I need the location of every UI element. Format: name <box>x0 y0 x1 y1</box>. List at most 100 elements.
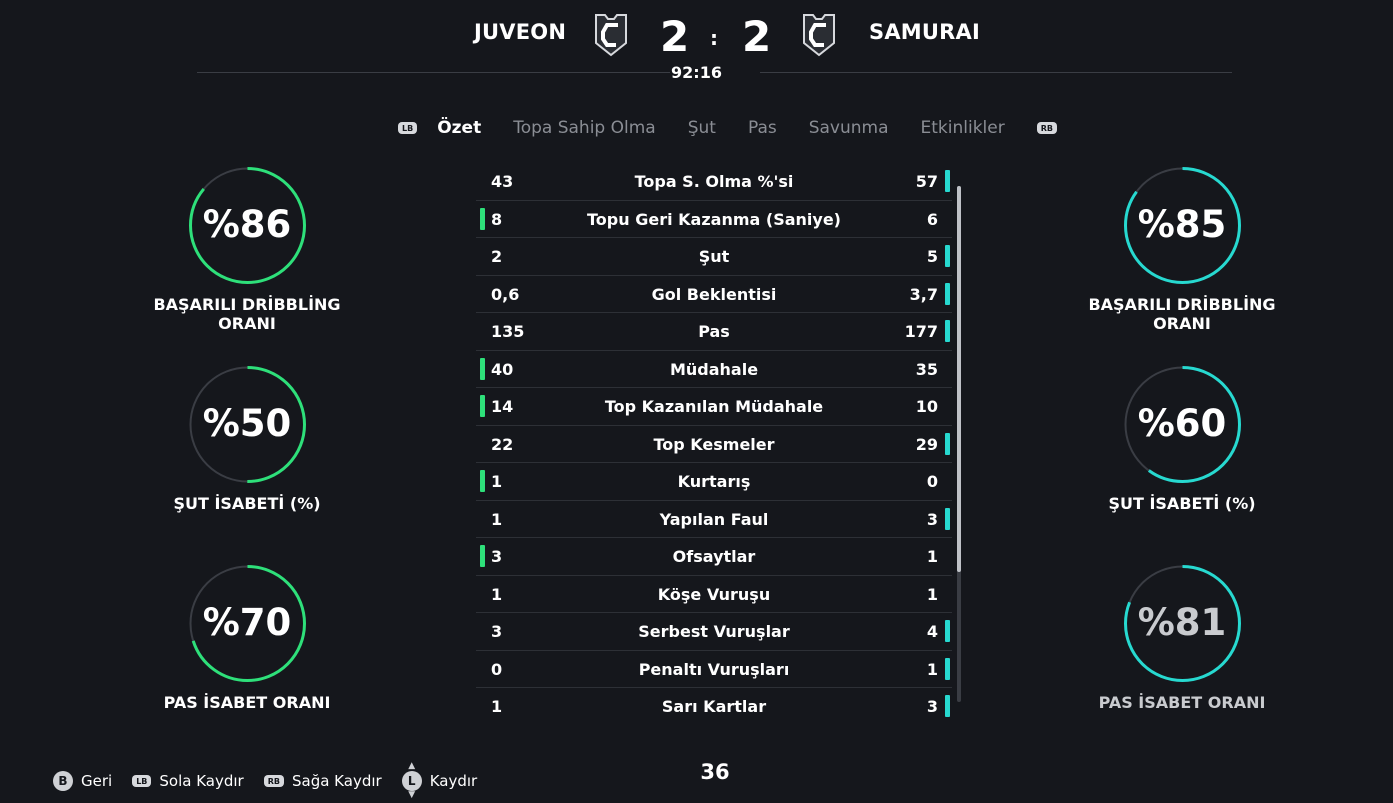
stat-value: %60 <box>1137 402 1227 445</box>
stick-key: L <box>401 771 422 791</box>
stat-row: Kurtarış 1 0 <box>476 463 952 501</box>
away-stat-value: 1 <box>926 584 938 604</box>
home-stat-value: 3 <box>491 547 503 566</box>
away-stat-value: 3 <box>926 697 938 716</box>
stat-value: %50 <box>202 402 292 445</box>
stat-label: BAŞARILI DRİBBLİNG ORANI <box>153 295 341 333</box>
away-stat-value: 5 <box>926 247 938 266</box>
stats-tab-bar: LB Özet Topa Sahip Olma Şut Pas Savunma … <box>398 116 1077 140</box>
tab-summary[interactable]: Özet <box>437 118 481 138</box>
home-stat-value: 22 <box>491 434 514 454</box>
away-shot-accuracy-stat: %60 ŞUT İSABETİ (%) <box>1057 366 1307 556</box>
away-team-name: SAMURAI <box>869 20 980 44</box>
home-stat-value: 1 <box>491 584 503 604</box>
arrow-down-icon: ▼ <box>408 790 416 800</box>
away-stat-value: 3 <box>926 509 938 529</box>
lb-button-icon[interactable]: LB <box>398 122 418 134</box>
away-score: 2 <box>742 12 772 61</box>
home-stat-value: 8 <box>491 209 503 229</box>
stat-row: Penaltı Vuruşları 0 1 <box>476 651 952 688</box>
stat-row: Şut 2 5 <box>476 238 952 276</box>
home-stat-value: 3 <box>491 622 503 641</box>
away-stat-value: 35 <box>915 359 938 379</box>
home-stat-value: 1 <box>491 697 503 716</box>
home-stat-value: 135 <box>491 322 525 341</box>
match-clock: 92:16 <box>671 63 722 82</box>
lb-button-icon: LB <box>132 775 152 787</box>
stat-name: Kurtarış <box>677 472 751 491</box>
home-score: 2 <box>660 12 690 61</box>
stat-row: Gol Beklentisi 0,6 3,7 <box>476 276 952 313</box>
match-stats-table[interactable]: Topa S. Olma %'si 43 57 Topu Geri Kazanma (… <box>476 163 952 726</box>
stat-row: Serbest Vuruşlar 3 4 <box>476 613 952 651</box>
tab-possession[interactable]: Topa Sahip Olma <box>513 118 656 138</box>
stat-row: Müdahale 40 35 <box>476 351 952 388</box>
away-stat-value: 4 <box>926 622 938 641</box>
rb-button-icon[interactable]: RB <box>1036 122 1057 134</box>
stat-name: Penaltı Vuruşları <box>638 659 790 679</box>
stat-label: PAS İSABET ORANI <box>1098 693 1266 712</box>
away-stat-value: 57 <box>915 172 938 191</box>
stat-name: Top Kazanılan Müdahale <box>604 397 824 416</box>
stat-name: Müdahale <box>669 359 759 379</box>
stat-name: Köşe Vuruşu <box>657 584 771 604</box>
away-stat-value: 1 <box>926 547 938 566</box>
scroll-left-label: Sola Kaydır <box>159 772 244 790</box>
home-stat-value: 0,6 <box>491 284 520 304</box>
home-pass-accuracy-stat: %70 PAS İSABET ORANI <box>122 565 372 755</box>
tab-shooting[interactable]: Şut <box>688 118 716 138</box>
home-stat-value: 43 <box>491 172 514 191</box>
home-stat-value: 40 <box>491 359 514 379</box>
tab-defending[interactable]: Savunma <box>809 118 889 138</box>
back-label: Geri <box>81 772 113 790</box>
away-crest-icon <box>803 14 835 57</box>
scroll-right-hint[interactable]: RB Sağa Kaydır <box>263 772 382 790</box>
stat-value: %85 <box>1137 203 1227 246</box>
stat-name: Serbest Vuruşlar <box>638 622 790 641</box>
page-number: 36 <box>700 760 730 784</box>
stat-row: Pas 135 177 <box>476 313 952 351</box>
away-stat-value: 3,7 <box>909 284 938 304</box>
stat-label: PAS İSABET ORANI <box>163 693 331 712</box>
b-button-icon: B <box>53 771 73 791</box>
away-stat-value: 10 <box>915 397 938 416</box>
home-stat-value: 1 <box>491 472 503 491</box>
home-stat-value: 14 <box>491 397 514 416</box>
scroll-left-hint[interactable]: LB Sola Kaydır <box>132 772 244 790</box>
score-separator: : <box>710 26 718 50</box>
stat-row: Top Kesmeler 22 29 <box>476 426 952 463</box>
stat-name: Sarı Kartlar <box>661 697 767 716</box>
stat-name: Topu Geri Kazanma (Saniye) <box>587 209 841 229</box>
stat-row: Top Kazanılan Müdahale 14 10 <box>476 388 952 426</box>
stat-row: Köşe Vuruşu 1 1 <box>476 576 952 613</box>
home-stat-value: 2 <box>491 247 503 266</box>
stat-name: Şut <box>698 247 730 266</box>
stat-name: Gol Beklentisi <box>651 284 777 304</box>
away-stat-value: 1 <box>926 659 938 679</box>
stat-label: ŞUT İSABETİ (%) <box>173 494 321 513</box>
scrollbar-thumb[interactable] <box>957 186 961 572</box>
away-pass-accuracy-stat: %81 PAS İSABET ORANI <box>1057 565 1307 755</box>
scroll-right-label: Sağa Kaydır <box>291 772 382 790</box>
away-stat-value: 177 <box>904 322 938 341</box>
stat-name: Top Kesmeler <box>653 434 775 454</box>
stat-name: Yapılan Faul <box>659 509 769 529</box>
stat-row: Yapılan Faul 1 3 <box>476 501 952 538</box>
home-dribbling-stat: %86 BAŞARILI DRİBBLİNG ORANI <box>122 167 372 357</box>
scroll-label: Kaydır <box>429 772 478 790</box>
away-stat-value: 6 <box>926 209 938 229</box>
home-crest-icon <box>595 14 627 57</box>
stat-value: %86 <box>202 203 292 246</box>
tab-passing[interactable]: Pas <box>748 118 777 138</box>
stat-row: Topa S. Olma %'si 43 57 <box>476 163 952 201</box>
tab-events[interactable]: Etkinlikler <box>921 118 1005 138</box>
stat-name: Topa S. Olma %'si <box>634 172 794 191</box>
stat-row: Topu Geri Kazanma (Saniye) 8 6 <box>476 201 952 238</box>
away-stat-value: 0 <box>926 472 938 491</box>
rb-button-icon: RB <box>263 775 284 787</box>
scroll-hint[interactable]: ▲ L ▼ Kaydır <box>401 762 478 800</box>
away-dribbling-stat: %85 BAŞARILI DRİBBLİNG ORANI <box>1057 167 1307 357</box>
home-stat-value: 1 <box>491 509 503 529</box>
away-stat-value: 29 <box>915 434 938 454</box>
back-hint[interactable]: B Geri <box>53 771 112 791</box>
